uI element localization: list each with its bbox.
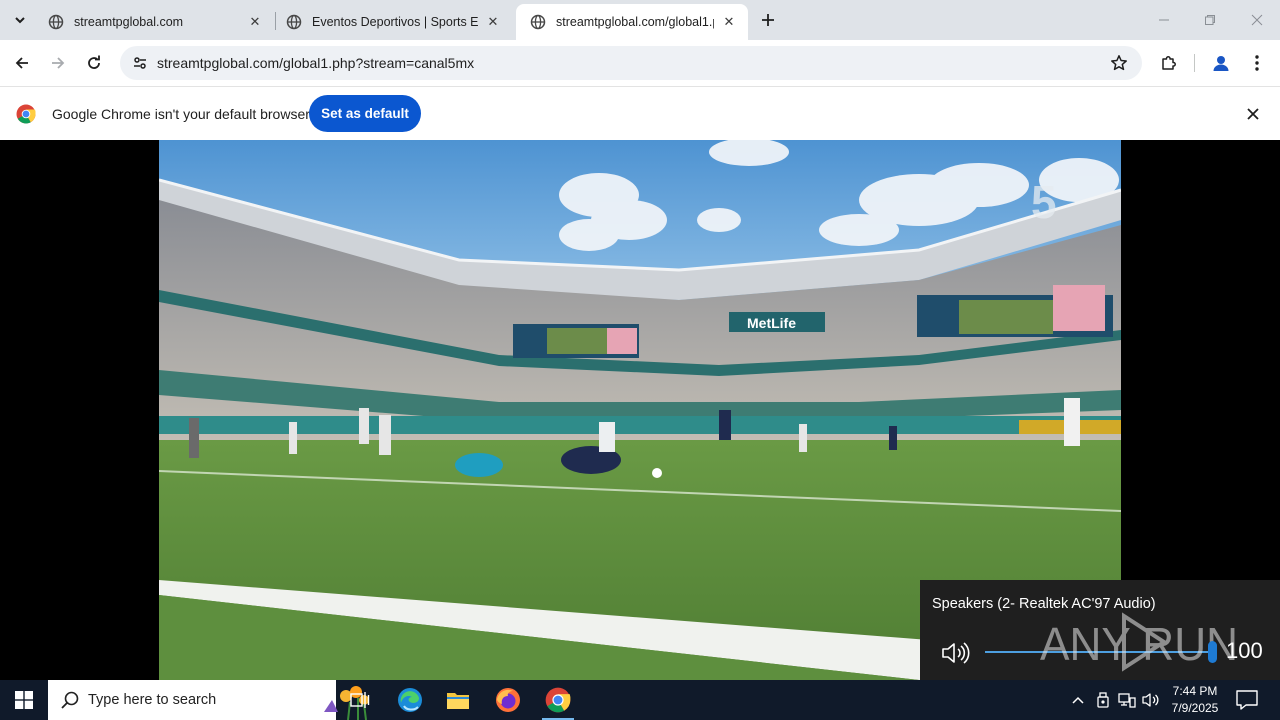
arrow-left-icon	[15, 57, 28, 69]
restore-button[interactable]	[1187, 0, 1233, 40]
taskbar-task-view[interactable]	[336, 680, 384, 720]
chevron-down-icon	[15, 17, 25, 24]
taskbar-clock[interactable]: 7:44 PM 7/9/2025	[1164, 683, 1226, 717]
tab-global1-active[interactable]: streamtpglobal.com/global1.ph ✕	[516, 4, 748, 40]
tab-title: streamtpglobal.com	[74, 15, 184, 29]
infobar-message: Google Chrome isn't your default browser	[52, 106, 310, 122]
menu-button[interactable]	[1243, 49, 1271, 77]
close-icon	[1251, 14, 1263, 26]
profile-button[interactable]	[1207, 49, 1235, 77]
tab-streamtpglobal[interactable]: streamtpglobal.com ✕	[34, 4, 274, 40]
windows-taskbar: Type here to search 7:44 PM 7/9/2025	[0, 680, 1280, 720]
plus-icon	[762, 14, 774, 26]
network-icon	[1118, 693, 1136, 708]
more-vertical-icon	[1255, 55, 1259, 71]
taskbar-firefox[interactable]	[484, 680, 532, 720]
close-icon	[1247, 108, 1259, 120]
tray-volume-icon[interactable]	[1140, 680, 1162, 720]
usb-drive-icon	[1097, 692, 1109, 708]
bookmark-button[interactable]	[1108, 52, 1130, 74]
tab-title: Eventos Deportivos | Sports Eve	[312, 15, 478, 29]
close-icon[interactable]: ✕	[246, 13, 264, 31]
globe-icon	[286, 14, 302, 30]
tray-device-icon[interactable]	[1093, 680, 1113, 720]
tab-strip: streamtpglobal.com ✕ Eventos Deportivos …	[0, 0, 1280, 40]
new-tab-button[interactable]	[756, 8, 780, 32]
minimize-button[interactable]	[1141, 0, 1187, 40]
close-icon[interactable]: ✕	[484, 13, 502, 31]
default-browser-infobar: Google Chrome isn't your default browser…	[0, 86, 1280, 140]
reload-button[interactable]	[80, 49, 108, 77]
close-window-button[interactable]	[1234, 0, 1280, 40]
chrome-logo-icon	[16, 104, 36, 124]
toolbar-separator	[1194, 54, 1195, 72]
tune-icon	[134, 57, 146, 69]
volume-slider-thumb[interactable]	[1208, 641, 1217, 663]
windows-logo-icon	[15, 691, 33, 709]
tab-search-button[interactable]	[8, 8, 32, 32]
clock-date: 7/9/2025	[1171, 701, 1219, 715]
browser-toolbar: streamtpglobal.com/global1.php?stream=ca…	[0, 40, 1280, 86]
restore-icon	[1205, 15, 1215, 25]
volume-value: 100	[1226, 638, 1263, 663]
folder-icon	[447, 693, 469, 709]
puzzle-icon	[1162, 56, 1176, 70]
speaker-icon[interactable]	[940, 640, 970, 666]
globe-icon	[530, 14, 546, 30]
edge-icon	[398, 688, 422, 712]
back-button[interactable]	[8, 49, 36, 77]
reload-icon	[88, 55, 100, 69]
firefox-icon	[496, 688, 520, 712]
start-button[interactable]	[0, 680, 48, 720]
billboard-text: MetLife	[747, 315, 796, 331]
task-view-icon	[350, 692, 370, 708]
set-as-default-button[interactable]: Set as default	[309, 95, 421, 132]
speaker-icon	[1142, 693, 1159, 707]
chevron-up-icon	[1072, 696, 1084, 704]
profile-icon	[1213, 56, 1229, 71]
tab-eventos-deportivos[interactable]: Eventos Deportivos | Sports Eve ✕	[272, 4, 512, 40]
minimize-icon	[1159, 19, 1169, 21]
taskbar-edge[interactable]	[386, 680, 434, 720]
clock-time: 7:44 PM	[1172, 684, 1218, 698]
infobar-close-button[interactable]	[1242, 103, 1264, 125]
channel-logo: 5	[1031, 176, 1057, 228]
site-info-button[interactable]	[128, 51, 152, 75]
star-icon	[1111, 55, 1127, 71]
taskbar-chrome[interactable]	[534, 680, 582, 720]
search-icon	[61, 691, 79, 709]
volume-flyout: Speakers (2- Realtek AC'97 Audio) ANY RU…	[920, 580, 1280, 680]
globe-icon	[48, 14, 64, 30]
close-icon[interactable]: ✕	[720, 13, 738, 31]
taskbar-search-placeholder: Type here to search	[88, 692, 217, 708]
taskbar-file-explorer[interactable]	[434, 680, 482, 720]
url-text[interactable]: streamtpglobal.com/global1.php?stream=ca…	[157, 55, 474, 71]
address-bar[interactable]: streamtpglobal.com/global1.php?stream=ca…	[120, 46, 1142, 80]
chrome-icon	[545, 687, 571, 713]
tray-network-icon[interactable]	[1116, 680, 1138, 720]
extensions-button[interactable]	[1155, 49, 1183, 77]
forward-button[interactable]	[44, 49, 72, 77]
notification-center-icon[interactable]	[1234, 688, 1260, 712]
tab-title: streamtpglobal.com/global1.ph	[556, 15, 714, 29]
taskbar-search-box[interactable]: Type here to search	[48, 680, 369, 720]
tray-overflow-button[interactable]	[1068, 680, 1088, 720]
arrow-right-icon	[52, 57, 65, 69]
